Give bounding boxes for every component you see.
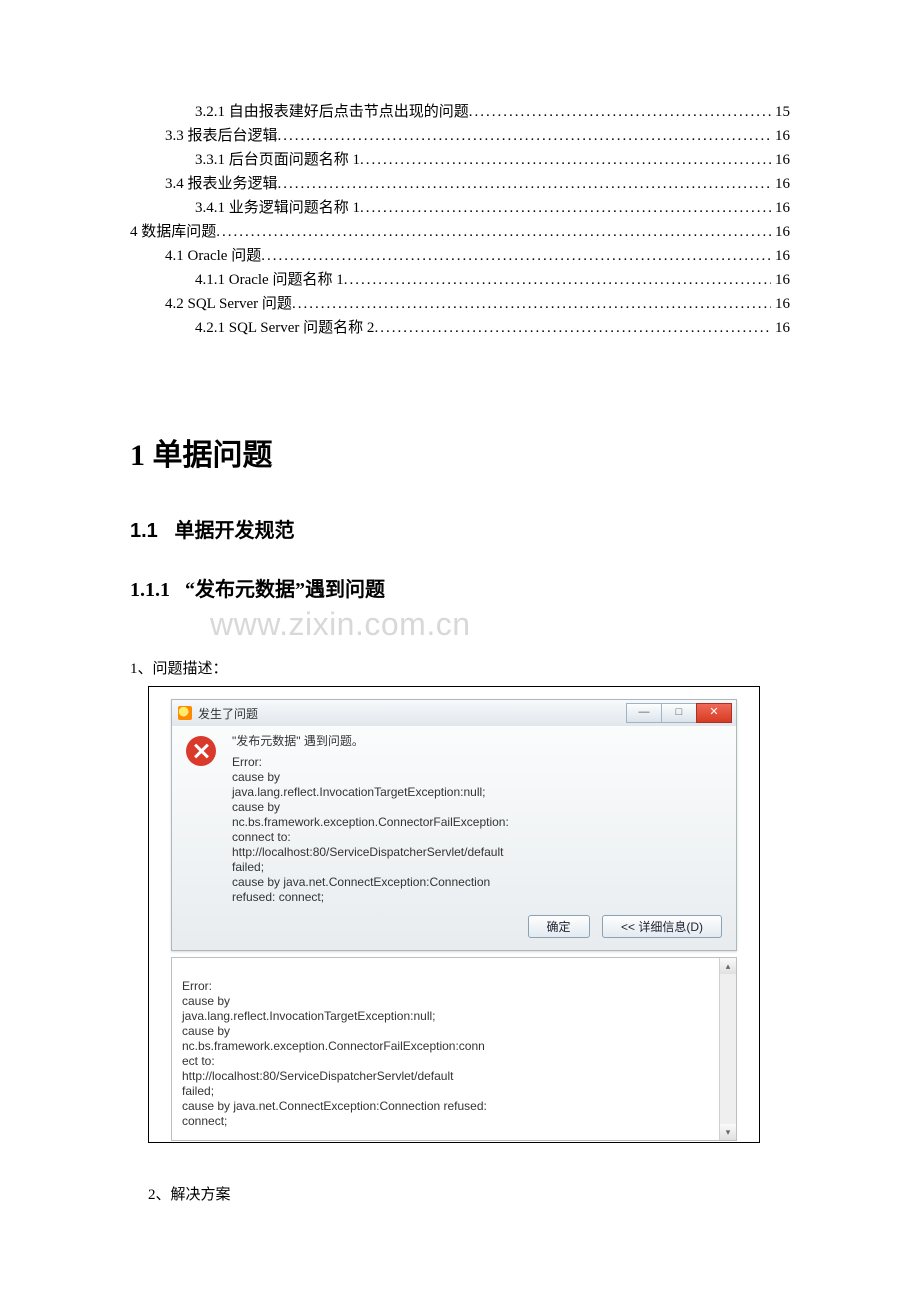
heading-1: 1 单据问题 [130,430,790,474]
toc-page: 16 [771,268,790,292]
toc-fragment: 3.2.1 自由报表建好后点击节点出现的问题 15 3.3 报表后台逻辑 16 … [130,100,790,340]
toc-entry: 3.4 报表业务逻辑 16 [130,172,790,196]
heading-3-number: 1.1.1 [130,579,170,601]
details-text: Error: cause by java.lang.reflect.Invoca… [182,979,487,1143]
toc-label: 4.1 Oracle 问题 [165,244,261,268]
toc-page: 16 [771,124,790,148]
toc-leader [292,292,771,316]
toc-label: 3.2.1 自由报表建好后点击节点出现的问题 [195,100,469,124]
details-button[interactable]: << 详细信息(D) [602,915,722,938]
toc-entry: 4 数据库问题 16 [130,220,790,244]
scrollbar[interactable]: ▴ ▾ [719,958,736,1140]
dialog-error-text: Error: cause by java.lang.reflect.Invoca… [232,755,722,905]
solution-label: 2、解决方案 [148,1183,790,1204]
toc-page: 16 [771,172,790,196]
toc-page: 15 [771,100,790,124]
toc-leader [216,220,771,244]
toc-label: 3.4.1 业务逻辑问题名称 1 [195,196,360,220]
dialog-headline: "发布元数据" 遇到问题。 [232,734,722,749]
document-page: 3.2.1 自由报表建好后点击节点出现的问题 15 3.3 报表后台逻辑 16 … [0,0,920,1272]
toc-leader [278,172,771,196]
details-pane: Error: cause by java.lang.reflect.Invoca… [171,957,737,1141]
toc-entry: 4.2 SQL Server 问题 16 [130,292,790,316]
dialog-body: "发布元数据" 遇到问题。 Error: cause by java.lang.… [172,726,736,915]
toc-page: 16 [771,316,790,340]
toc-entry: 3.2.1 自由报表建好后点击节点出现的问题 15 [130,100,790,124]
toc-leader [360,148,771,172]
toc-entry: 4.1 Oracle 问题 16 [130,244,790,268]
minimize-button[interactable]: — [626,703,662,723]
toc-label: 4.1.1 Oracle 问题名称 1 [195,268,344,292]
heading-2-number: 1.1 [130,520,158,542]
toc-leader [344,268,771,292]
toc-label: 4.2 SQL Server 问题 [165,292,292,316]
heading-2: 1.1 单据开发规范 [130,514,790,543]
toc-leader [469,100,771,124]
scroll-up-icon[interactable]: ▴ [720,958,736,974]
toc-label: 4 数据库问题 [130,220,216,244]
heading-3-title: “发布元数据”遇到问题 [185,579,385,601]
toc-label: 3.4 报表业务逻辑 [165,172,278,196]
ok-button[interactable]: 确定 [528,915,590,938]
toc-entry: 4.2.1 SQL Server 问题名称 2 16 [130,316,790,340]
toc-leader [374,316,771,340]
scroll-down-icon[interactable]: ▾ [720,1124,736,1140]
dialog-title: 发生了问题 [198,705,258,722]
toc-page: 16 [771,292,790,316]
toc-entry: 3.3.1 后台页面问题名称 1 16 [130,148,790,172]
toc-page: 16 [771,196,790,220]
toc-leader [278,124,771,148]
dialog-titlebar: 发生了问题 — □ ✕ [172,700,736,726]
problem-description-label: 1、问题描述： [130,657,790,678]
app-icon [178,706,192,720]
toc-page: 16 [771,148,790,172]
heading-3: 1.1.1 “发布元数据”遇到问题 [130,573,790,602]
toc-page: 16 [771,220,790,244]
toc-entry: 4.1.1 Oracle 问题名称 1 16 [130,268,790,292]
toc-label: 3.3.1 后台页面问题名称 1 [195,148,360,172]
close-button[interactable]: ✕ [696,703,732,723]
toc-entry: 3.3 报表后台逻辑 16 [130,124,790,148]
dialog-window: 发生了问题 — □ ✕ "发布元数据" 遇到问题。 Error: cause b… [171,699,737,951]
toc-label: 4.2.1 SQL Server 问题名称 2 [195,316,374,340]
toc-leader [261,244,771,268]
toc-entry: 3.4.1 业务逻辑问题名称 1 16 [130,196,790,220]
dialog-button-row: 确定 << 详细信息(D) [172,915,736,950]
toc-leader [360,196,771,220]
watermark-text: www.zixin.com.cn [210,606,790,643]
toc-label: 3.3 报表后台逻辑 [165,124,278,148]
heading-2-title: 单据开发规范 [174,520,294,542]
dialog-message: "发布元数据" 遇到问题。 Error: cause by java.lang.… [232,734,722,905]
toc-page: 16 [771,244,790,268]
error-icon [186,736,216,766]
maximize-button[interactable]: □ [661,703,697,723]
error-screenshot: 发生了问题 — □ ✕ "发布元数据" 遇到问题。 Error: cause b… [148,686,760,1143]
